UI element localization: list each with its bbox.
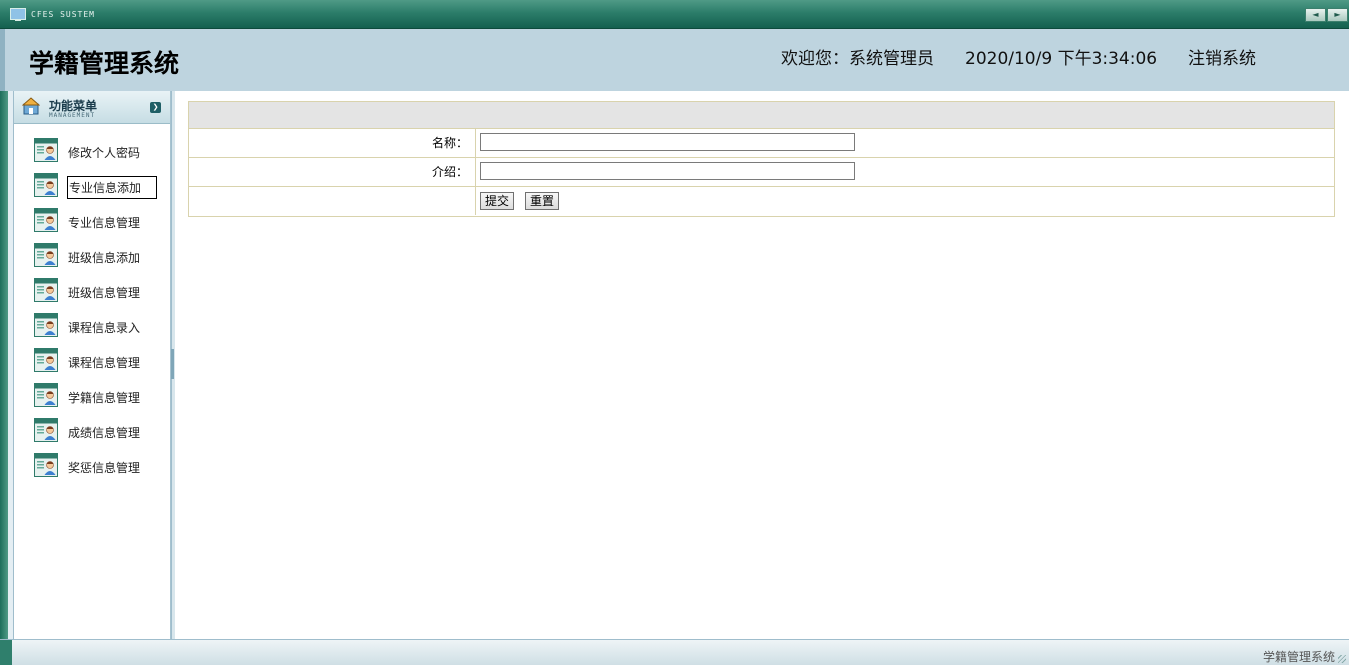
datetime-text: 2020/10/9 下午3:34:06 xyxy=(965,49,1158,69)
resize-grip-icon[interactable] xyxy=(1338,655,1346,663)
intro-label-cell: 介绍： xyxy=(189,158,476,186)
home-icon xyxy=(22,97,40,115)
form-row-name: 名称： xyxy=(189,129,1334,158)
sidebar-item-label: 课程信息录入 xyxy=(68,321,141,335)
status-bar-edge xyxy=(0,640,12,665)
window-title: CFES SUSTEM xyxy=(31,10,95,19)
sidebar-item-5[interactable]: 班级信息管理 xyxy=(32,278,172,306)
sidebar-item-3[interactable]: 专业信息管理 xyxy=(32,208,172,236)
sidebar-item-label: 成绩信息管理 xyxy=(68,426,141,440)
status-bar-text: 学籍管理系统 xyxy=(1262,650,1335,664)
splitter-grip[interactable] xyxy=(171,349,174,379)
user-card-icon xyxy=(34,173,58,197)
sidebar-item-6[interactable]: 课程信息录入 xyxy=(32,313,172,341)
name-label-cell: 名称： xyxy=(189,129,476,157)
intro-label: 介绍： xyxy=(431,165,468,179)
intro-input[interactable] xyxy=(480,162,855,180)
logout-link[interactable]: 注销系统 xyxy=(1188,44,1256,69)
app-title: 学籍管理系统 xyxy=(29,49,180,78)
sidebar-item-7[interactable]: 课程信息管理 xyxy=(32,348,172,376)
user-card-icon xyxy=(34,383,58,407)
header-edge xyxy=(0,29,5,91)
user-card-icon xyxy=(34,418,58,442)
sidebar-item-4[interactable]: 班级信息添加 xyxy=(32,243,172,271)
collapse-chevron-icon[interactable]: ❯ xyxy=(150,102,161,113)
welcome-text: 欢迎您：系统管理员 xyxy=(781,49,934,69)
sidebar-item-label: 专业信息管理 xyxy=(68,216,141,230)
sidebar-item-label: 修改个人密码 xyxy=(68,146,141,160)
form-row-intro: 介绍： xyxy=(189,158,1334,187)
sidebar: 功能菜单 MANAGEMENT ❯ 修改个人密码专业信息添加专业信息管理 班级信息… xyxy=(14,91,171,639)
sidebar-item-8[interactable]: 学籍信息管理 xyxy=(32,383,172,411)
user-card-icon xyxy=(34,453,58,477)
menu-header: 功能菜单 MANAGEMENT ❯ xyxy=(14,91,170,124)
user-card-icon xyxy=(34,313,58,337)
name-input[interactable] xyxy=(480,133,855,151)
sidebar-item-label: 奖惩信息管理 xyxy=(68,461,141,475)
monitor-icon xyxy=(10,8,26,21)
menu-subtitle: MANAGEMENT xyxy=(49,112,96,119)
actions-label-cell xyxy=(189,187,476,215)
sidebar-item-10[interactable]: 奖惩信息管理 xyxy=(32,453,172,481)
sidebar-item-label: 班级信息添加 xyxy=(68,251,141,265)
user-card-icon xyxy=(34,348,58,372)
name-label: 名称： xyxy=(431,136,468,150)
header: 学籍管理系统 欢迎您：系统管理员 2020/10/9 下午3:34:06 注销系… xyxy=(0,29,1349,91)
form-header xyxy=(189,102,1334,129)
sidebar-item-2[interactable]: 专业信息添加 xyxy=(32,173,172,201)
nav-prev-button[interactable]: ◄ xyxy=(1305,8,1326,22)
reset-button[interactable]: 重置 xyxy=(525,192,560,210)
sidebar-item-label: 专业信息添加 xyxy=(67,176,157,199)
user-card-icon xyxy=(34,243,58,267)
major-add-form: 名称： 介绍： 提交 重置 xyxy=(188,101,1335,217)
status-bar: 学籍管理系统 xyxy=(0,639,1349,665)
user-card-icon xyxy=(34,278,58,302)
sidebar-item-9[interactable]: 成绩信息管理 xyxy=(32,418,172,446)
user-card-icon xyxy=(34,208,58,232)
nav-next-button[interactable]: ► xyxy=(1327,8,1348,22)
submit-button[interactable]: 提交 xyxy=(480,192,515,210)
user-card-icon xyxy=(34,138,58,162)
left-frame-border xyxy=(0,91,8,639)
window-title-bar: CFES SUSTEM ◄ ► xyxy=(0,0,1349,29)
sidebar-item-1[interactable]: 修改个人密码 xyxy=(32,138,172,166)
form-row-actions: 提交 重置 xyxy=(189,187,1334,215)
sidebar-item-label: 班级信息管理 xyxy=(68,286,141,300)
sidebar-item-label: 课程信息管理 xyxy=(68,356,141,370)
sidebar-item-label: 学籍信息管理 xyxy=(68,391,141,405)
